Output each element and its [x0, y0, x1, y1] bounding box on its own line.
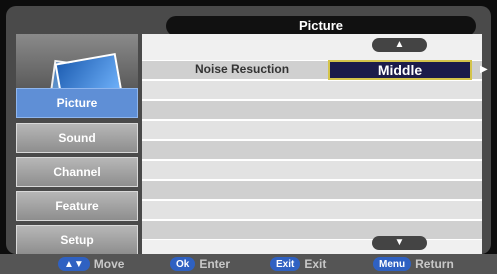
page-title: Picture	[166, 16, 476, 36]
content-pane: ▲ Noise Resuction Middle ▶ ▼	[142, 34, 488, 254]
sidebar-item-setup[interactable]: Setup	[16, 225, 138, 254]
settings-row	[142, 220, 482, 240]
enter-label: Enter	[199, 257, 231, 271]
sidebar-item-channel[interactable]: Channel	[16, 157, 138, 187]
hint-bar: ▲▼ Move Ok Enter Exit Exit Menu Return	[0, 254, 497, 274]
settings-row: Noise Resuction Middle ▶	[142, 60, 488, 80]
scroll-down-icon[interactable]: ▼	[372, 236, 427, 250]
move-key: ▲▼	[58, 257, 90, 271]
settings-row	[142, 140, 482, 160]
scroll-up-icon[interactable]: ▲	[372, 38, 427, 52]
sidebar-item-feature[interactable]: Feature	[16, 191, 138, 221]
chevron-right-icon[interactable]: ▶	[480, 61, 490, 79]
settings-row	[142, 180, 482, 200]
settings-row	[142, 120, 482, 140]
ok-key: Ok	[170, 257, 196, 271]
menu-key: Menu	[373, 257, 412, 271]
settings-row	[142, 200, 482, 220]
hint-move: ▲▼ Move	[58, 256, 124, 272]
move-label: Move	[93, 257, 125, 271]
hint-exit: Exit Exit	[270, 256, 326, 272]
noise-reduction-value[interactable]: Middle	[328, 60, 472, 80]
settings-row	[142, 160, 482, 180]
hint-return: Menu Return	[373, 256, 454, 272]
hint-enter: Ok Enter	[170, 256, 230, 272]
return-label: Return	[415, 257, 454, 271]
sidebar-item-sound[interactable]: Sound	[16, 123, 138, 153]
noise-reduction-label: Noise Resuction	[195, 62, 290, 76]
settings-row	[142, 100, 482, 120]
exit-key: Exit	[270, 257, 301, 271]
picture-preview	[16, 34, 138, 115]
exit-label: Exit	[304, 257, 327, 271]
settings-row	[142, 80, 482, 100]
tv-menu-screen: Picture Picture Sound Channel Feature Se…	[6, 6, 491, 254]
sidebar-item-picture[interactable]: Picture	[16, 88, 138, 118]
